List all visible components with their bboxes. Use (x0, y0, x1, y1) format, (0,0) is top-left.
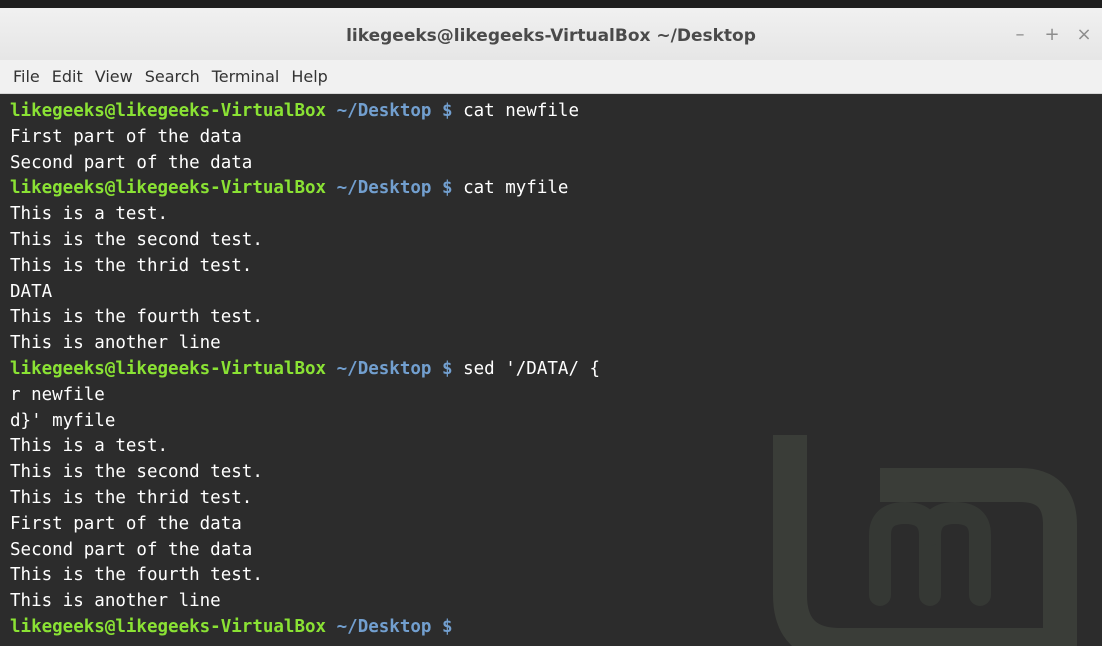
menu-search[interactable]: Search (140, 65, 205, 88)
menu-help[interactable]: Help (286, 65, 332, 88)
prompt-symbol: $ (442, 358, 453, 379)
output-line: First part of the data (10, 512, 600, 538)
title-bar[interactable]: likegeeks@likegeeks-VirtualBox ~/Desktop… (0, 0, 1102, 61)
terminal-window: likegeeks@likegeeks-VirtualBox ~/Desktop… (0, 0, 1102, 646)
prompt-user-host: likegeeks@likegeeks-VirtualBox (10, 101, 327, 121)
prompt-line: likegeeks@likegeeks-VirtualBox ~/Desktop… (10, 99, 600, 125)
prompt-path: ~/Desktop (336, 616, 432, 637)
prompt-symbol: $ (442, 101, 453, 121)
output-line: This is the fourth test. (10, 563, 600, 589)
output-text: r newfile (10, 384, 105, 405)
maximize-button[interactable]: + (1042, 24, 1062, 45)
output-line: DATA (10, 280, 600, 306)
linux-mint-logo-watermark (773, 435, 1077, 646)
prompt-path: ~/Desktop (336, 101, 432, 121)
output-line: d}' myfile (10, 409, 600, 435)
prompt-user-host: likegeeks@likegeeks-VirtualBox (10, 178, 327, 199)
prompt-path: ~/Desktop (336, 358, 432, 379)
output-line: Second part of the data (10, 151, 600, 177)
prompt-line: likegeeks@likegeeks-VirtualBox ~/Desktop… (10, 176, 600, 202)
command-text: cat newfile (463, 101, 579, 121)
output-line: This is the second test. (10, 460, 600, 486)
window-title: likegeeks@likegeeks-VirtualBox ~/Desktop (346, 26, 756, 46)
output-line: This is a test. (10, 434, 600, 460)
terminal-output: likegeeks@likegeeks-VirtualBox ~/Desktop… (10, 99, 600, 641)
output-text: This is another line (10, 333, 221, 354)
output-text: This is the thrid test. (10, 255, 253, 276)
minimize-button[interactable]: – (1010, 24, 1030, 45)
output-text: Second part of the data (10, 539, 253, 560)
menu-edit[interactable]: Edit (47, 65, 88, 88)
output-line: This is a test. (10, 202, 600, 228)
close-button[interactable]: × (1074, 24, 1094, 45)
terminal-area[interactable]: likegeeks@likegeeks-VirtualBox ~/Desktop… (0, 95, 1102, 646)
output-text: This is the second test. (10, 229, 263, 250)
output-text: First part of the data (10, 513, 242, 534)
prompt-path: ~/Desktop (336, 178, 432, 199)
menu-bar: File Edit View Search Terminal Help (0, 60, 1102, 94)
menu-file[interactable]: File (8, 65, 45, 88)
menu-terminal[interactable]: Terminal (207, 65, 285, 88)
prompt-line: likegeeks@likegeeks-VirtualBox ~/Desktop… (10, 615, 600, 641)
output-line: This is the thrid test. (10, 486, 600, 512)
output-text: Second part of the data (10, 152, 253, 173)
window-controls: – + × (1010, 24, 1094, 45)
output-text: d}' myfile (10, 410, 116, 431)
output-line: This is the second test. (10, 228, 600, 254)
prompt-symbol: $ (442, 616, 453, 637)
output-text: This is a test. (10, 204, 169, 225)
output-line: First part of the data (10, 125, 600, 151)
output-text: This is the thrid test. (10, 487, 253, 508)
output-line: Second part of the data (10, 538, 600, 564)
output-line: This is another line (10, 331, 600, 357)
command-text: sed '/DATA/ { (463, 358, 601, 379)
output-line: This is another line (10, 589, 600, 615)
prompt-line: likegeeks@likegeeks-VirtualBox ~/Desktop… (10, 357, 600, 383)
window-top-edge (0, 0, 1102, 8)
prompt-symbol: $ (442, 178, 453, 199)
output-text: This is another line (10, 591, 221, 612)
output-text: This is a test. (10, 436, 169, 457)
output-line: r newfile (10, 383, 600, 409)
command-text: cat myfile (463, 178, 569, 199)
prompt-user-host: likegeeks@likegeeks-VirtualBox (10, 616, 327, 637)
menu-view[interactable]: View (90, 65, 138, 88)
output-text: DATA (10, 281, 53, 302)
output-text: This is the fourth test. (10, 565, 263, 586)
output-line: This is the fourth test. (10, 305, 600, 331)
output-line: This is the thrid test. (10, 254, 600, 280)
output-text: First part of the data (10, 126, 242, 147)
prompt-user-host: likegeeks@likegeeks-VirtualBox (10, 358, 327, 379)
output-text: This is the fourth test. (10, 307, 263, 328)
output-text: This is the second test. (10, 462, 263, 483)
